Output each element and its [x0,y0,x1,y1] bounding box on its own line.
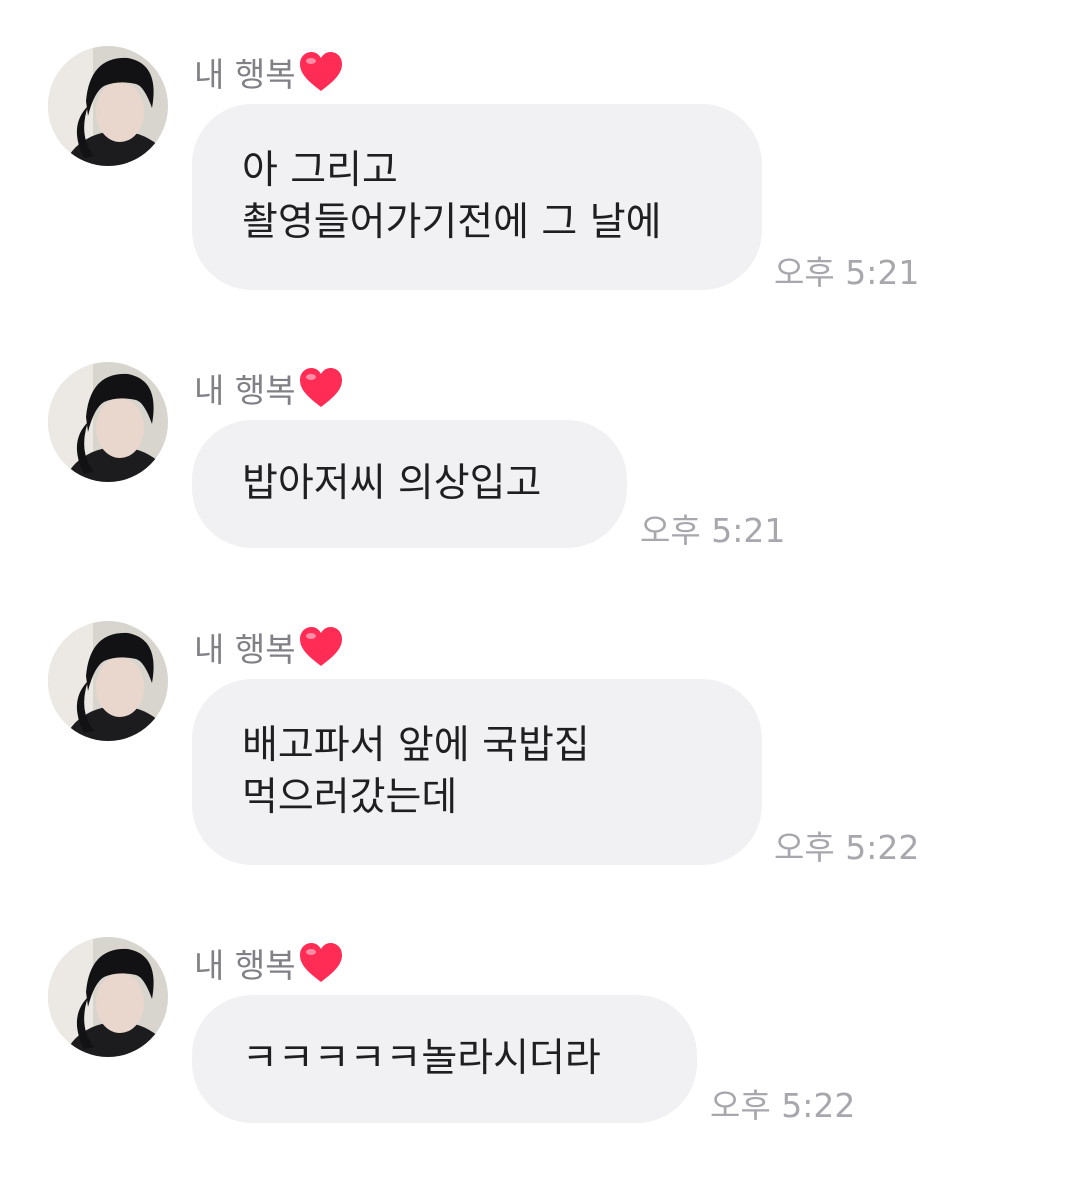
sender-name: 내 행복 [194,366,344,410]
message-text: ㅋㅋㅋㅋㅋ놀라시더라 [242,1036,601,1081]
message-text: 배고파서 앞에 국밥집 먹으러갔는데 [242,723,590,820]
message-text: 아 그리고 촬영들어가기전에 그 날에 [242,148,662,245]
sender-name: 내 행복 [194,625,344,669]
sender-name-text: 내 행복 [194,630,296,669]
message-bubble[interactable]: ㅋㅋㅋㅋㅋ놀라시더라 [192,995,697,1123]
heart-icon [298,50,344,94]
heart-icon [298,941,344,985]
heart-icon [298,366,344,410]
sender-name: 내 행복 [194,50,344,94]
sender-name-text: 내 행복 [194,946,296,985]
message-timestamp: 오후 5:22 [774,828,920,867]
message-timestamp: 오후 5:21 [774,253,920,292]
message-text: 밥아저씨 의상입고 [242,461,542,506]
heart-icon [298,625,344,669]
message-bubble[interactable]: 배고파서 앞에 국밥집 먹으러갔는데 [192,679,762,865]
message-bubble[interactable]: 아 그리고 촬영들어가기전에 그 날에 [192,104,762,290]
profile-avatar[interactable] [48,937,168,1057]
message-timestamp: 오후 5:22 [710,1086,856,1125]
sender-name-text: 내 행복 [194,55,296,94]
sender-name: 내 행복 [194,941,344,985]
message-bubble[interactable]: 밥아저씨 의상입고 [192,420,627,548]
profile-avatar[interactable] [48,621,168,741]
message-timestamp: 오후 5:21 [640,511,786,550]
profile-avatar[interactable] [48,46,168,166]
profile-avatar[interactable] [48,362,168,482]
sender-name-text: 내 행복 [194,371,296,410]
